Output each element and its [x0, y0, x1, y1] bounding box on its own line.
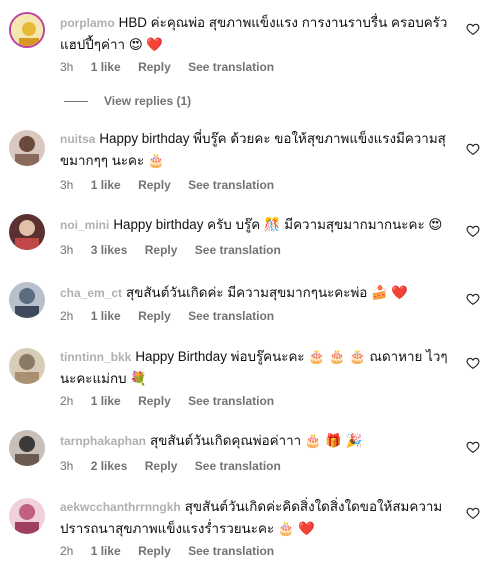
heart-icon[interactable]: [466, 356, 480, 370]
comment-username[interactable]: aekwcchanthrrnngkh: [60, 500, 181, 514]
comment-text: aekwcchanthrrnngkh สุขสันต์วันเกิดค่ะคิดส…: [60, 496, 452, 539]
comment-likes[interactable]: 3 likes: [91, 243, 128, 257]
avatar[interactable]: [9, 282, 45, 318]
comment-body: nuitsa Happy birthday พี่บรู๊ค ด้วยคะ ขอใ…: [60, 128, 452, 171]
comment-message: HBD ค่ะคุณพ่อ สุขภาพแข็งแรง การงานราบรื่…: [60, 15, 448, 52]
comment-username[interactable]: cha_em_ct: [60, 286, 122, 300]
comment-time: 2h: [60, 544, 74, 558]
comment-username[interactable]: noi_mini: [60, 218, 109, 232]
comment-likes[interactable]: 2 likes: [91, 459, 128, 473]
comment-username[interactable]: tinntinn_bkk: [60, 350, 131, 364]
comment-meta: 2h 1 like Reply See translation: [60, 394, 288, 408]
heart-icon[interactable]: [466, 292, 480, 306]
comment-text: tarnphakaphan สุขสันต์วันเกิดคุณพ่อค่าาา …: [60, 430, 452, 452]
see-translation-button[interactable]: See translation: [195, 459, 281, 473]
comment-text: porplamo HBD ค่ะคุณพ่อ สุขภาพแข็งแรง การง…: [60, 12, 452, 55]
comment-time: 3h: [60, 243, 74, 257]
comment-message: Happy birthday ครับ บรู๊ค 🎊 มีความสุขมาก…: [113, 217, 443, 232]
avatar[interactable]: [9, 130, 45, 166]
avatar[interactable]: [9, 214, 45, 250]
comment-likes[interactable]: 1 like: [91, 60, 121, 74]
reply-button[interactable]: Reply: [145, 459, 178, 473]
comment-username[interactable]: nuitsa: [60, 132, 95, 146]
see-translation-button[interactable]: See translation: [188, 544, 274, 558]
comment-message: Happy birthday พี่บรู๊ค ด้วยคะ ขอให้สุขภ…: [60, 131, 446, 168]
comment-body: cha_em_ct สุขสันต์วันเกิดค่ะ มีความสุขมาก…: [60, 282, 452, 304]
see-translation-button[interactable]: See translation: [195, 243, 281, 257]
heart-icon[interactable]: [466, 22, 480, 36]
comment-body: aekwcchanthrrnngkh สุขสันต์วันเกิดค่ะคิดส…: [60, 496, 452, 539]
comment-text: nuitsa Happy birthday พี่บรู๊ค ด้วยคะ ขอใ…: [60, 128, 452, 171]
comment-message: สุขสันต์วันเกิดค่ะ มีความสุขมากๆนะคะพ่อ …: [126, 285, 409, 300]
comment-time: 3h: [60, 178, 74, 192]
comment-time: 3h: [60, 60, 74, 74]
avatar[interactable]: [9, 348, 45, 384]
comment-body: porplamo HBD ค่ะคุณพ่อ สุขภาพแข็งแรง การง…: [60, 12, 452, 55]
comment-likes[interactable]: 1 like: [91, 544, 121, 558]
comment-meta: 3h 1 like Reply See translation: [60, 178, 288, 192]
comment-meta: 3h 1 like Reply See translation: [60, 60, 288, 74]
avatar[interactable]: [9, 498, 45, 534]
reply-button[interactable]: Reply: [145, 243, 178, 257]
comment-message: สุขสันต์วันเกิดคุณพ่อค่าาา 🎂 🎁 🎉: [150, 433, 363, 448]
comment-meta: 2h 1 like Reply See translation: [60, 544, 288, 558]
see-translation-button[interactable]: See translation: [188, 178, 274, 192]
see-translation-button[interactable]: See translation: [188, 309, 274, 323]
comment-time: 3h: [60, 459, 74, 473]
comment-time: 2h: [60, 394, 74, 408]
comment-meta: 3h 2 likes Reply See translation: [60, 459, 295, 473]
reply-button[interactable]: Reply: [138, 178, 171, 192]
avatar[interactable]: [9, 12, 45, 48]
comment-body: noi_mini Happy birthday ครับ บรู๊ค 🎊 มีคว…: [60, 214, 452, 236]
view-replies-button[interactable]: View replies (1): [64, 94, 191, 108]
view-replies-divider: [64, 101, 88, 103]
reply-button[interactable]: Reply: [138, 394, 171, 408]
see-translation-button[interactable]: See translation: [188, 60, 274, 74]
comment-username[interactable]: porplamo: [60, 16, 115, 30]
heart-icon[interactable]: [466, 224, 480, 238]
comment-body: tarnphakaphan สุขสันต์วันเกิดคุณพ่อค่าาา …: [60, 430, 452, 452]
comment-body: tinntinn_bkk Happy Birthday พ่อบรู๊คนะคะ …: [60, 346, 452, 389]
reply-button[interactable]: Reply: [138, 544, 171, 558]
comment-meta: 2h 1 like Reply See translation: [60, 309, 288, 323]
comment-likes[interactable]: 1 like: [91, 309, 121, 323]
heart-icon[interactable]: [466, 142, 480, 156]
comment-text: cha_em_ct สุขสันต์วันเกิดค่ะ มีความสุขมาก…: [60, 282, 452, 304]
avatar[interactable]: [9, 430, 45, 466]
comment-username[interactable]: tarnphakaphan: [60, 434, 146, 448]
comment-text: tinntinn_bkk Happy Birthday พ่อบรู๊คนะคะ …: [60, 346, 452, 389]
comment-text: noi_mini Happy birthday ครับ บรู๊ค 🎊 มีคว…: [60, 214, 452, 236]
comment-likes[interactable]: 1 like: [91, 394, 121, 408]
reply-button[interactable]: Reply: [138, 309, 171, 323]
comment-time: 2h: [60, 309, 74, 323]
reply-button[interactable]: Reply: [138, 60, 171, 74]
heart-icon[interactable]: [466, 506, 480, 520]
comment-likes[interactable]: 1 like: [91, 178, 121, 192]
heart-icon[interactable]: [466, 440, 480, 454]
see-translation-button[interactable]: See translation: [188, 394, 274, 408]
comment-meta: 3h 3 likes Reply See translation: [60, 243, 295, 257]
view-replies-label: View replies (1): [104, 94, 192, 108]
